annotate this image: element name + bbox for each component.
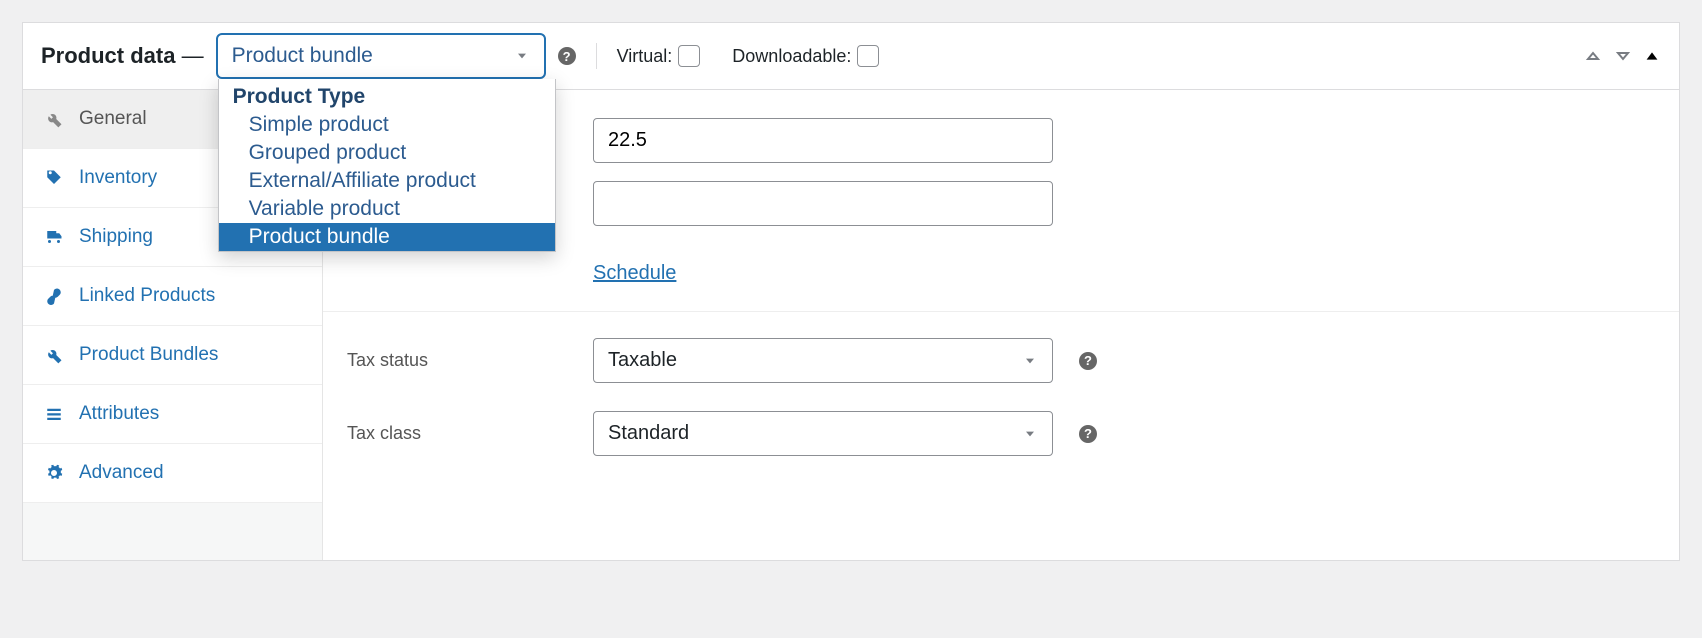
product-type-selected-label: Product bundle bbox=[232, 44, 373, 68]
panel-collapse-controls bbox=[1583, 46, 1661, 66]
tax-status-row: Tax status Taxable ? bbox=[347, 324, 1655, 397]
sale-price-input[interactable] bbox=[593, 181, 1053, 226]
tab-label: Linked Products bbox=[79, 285, 215, 307]
tab-label: Attributes bbox=[79, 403, 159, 425]
divider bbox=[596, 43, 597, 69]
gear-icon bbox=[45, 464, 65, 482]
tax-class-select[interactable]: Standard bbox=[593, 411, 1053, 456]
chevron-down-icon bbox=[1022, 426, 1038, 442]
help-icon[interactable]: ? bbox=[1079, 425, 1097, 443]
schedule-link[interactable]: Schedule bbox=[593, 262, 676, 284]
wrench-icon bbox=[45, 110, 65, 128]
product-type-select[interactable]: Product bundle Product Type Simple produ… bbox=[216, 33, 546, 79]
tax-status-value: Taxable bbox=[608, 349, 677, 372]
tab-label: Inventory bbox=[79, 167, 157, 189]
collapse-toggle[interactable] bbox=[1643, 47, 1661, 65]
help-icon[interactable]: ? bbox=[1079, 352, 1097, 370]
tax-class-row: Tax class Standard ? bbox=[347, 397, 1655, 470]
product-type-dropdown: Product Type Simple product Grouped prod… bbox=[218, 79, 556, 252]
tab-label: Shipping bbox=[79, 226, 153, 248]
virtual-label: Virtual: bbox=[617, 46, 673, 67]
link-icon bbox=[45, 287, 65, 305]
tax-status-select[interactable]: Taxable bbox=[593, 338, 1053, 383]
downloadable-option: Downloadable: bbox=[732, 45, 879, 67]
tab-label: Advanced bbox=[79, 462, 164, 484]
tab-linked-products[interactable]: Linked Products bbox=[23, 267, 322, 326]
help-icon[interactable]: ? bbox=[558, 47, 576, 65]
list-icon bbox=[45, 405, 65, 423]
tab-advanced[interactable]: Advanced bbox=[23, 444, 322, 503]
panel-header: Product data — Product bundle Product Ty… bbox=[23, 23, 1679, 90]
move-up-button[interactable] bbox=[1583, 46, 1603, 66]
truck-icon bbox=[45, 228, 65, 246]
virtual-checkbox[interactable] bbox=[678, 45, 700, 67]
product-data-panel: Product data — Product bundle Product Ty… bbox=[22, 22, 1680, 561]
tab-product-bundles[interactable]: Product Bundles bbox=[23, 326, 322, 385]
dropdown-item-external[interactable]: External/Affiliate product bbox=[219, 167, 555, 195]
tab-label: Product Bundles bbox=[79, 344, 218, 366]
downloadable-checkbox[interactable] bbox=[857, 45, 879, 67]
dropdown-item-bundle[interactable]: Product bundle bbox=[219, 223, 555, 251]
virtual-option: Virtual: bbox=[617, 45, 701, 67]
downloadable-label: Downloadable: bbox=[732, 46, 851, 67]
dropdown-item-variable[interactable]: Variable product bbox=[219, 195, 555, 223]
tax-class-label: Tax class bbox=[347, 423, 567, 444]
tab-attributes[interactable]: Attributes bbox=[23, 385, 322, 444]
tab-label: General bbox=[79, 108, 147, 130]
tag-icon bbox=[45, 169, 65, 187]
tax-class-value: Standard bbox=[608, 422, 689, 445]
wrench-icon bbox=[45, 346, 65, 364]
dropdown-group-label: Product Type bbox=[219, 79, 555, 111]
dropdown-item-simple[interactable]: Simple product bbox=[219, 111, 555, 139]
divider bbox=[323, 311, 1679, 312]
chevron-down-icon bbox=[514, 48, 530, 64]
dropdown-item-grouped[interactable]: Grouped product bbox=[219, 139, 555, 167]
move-down-button[interactable] bbox=[1613, 46, 1633, 66]
chevron-down-icon bbox=[1022, 353, 1038, 369]
tax-status-label: Tax status bbox=[347, 350, 567, 371]
regular-price-input[interactable] bbox=[593, 118, 1053, 163]
panel-title: Product data — bbox=[41, 43, 204, 69]
